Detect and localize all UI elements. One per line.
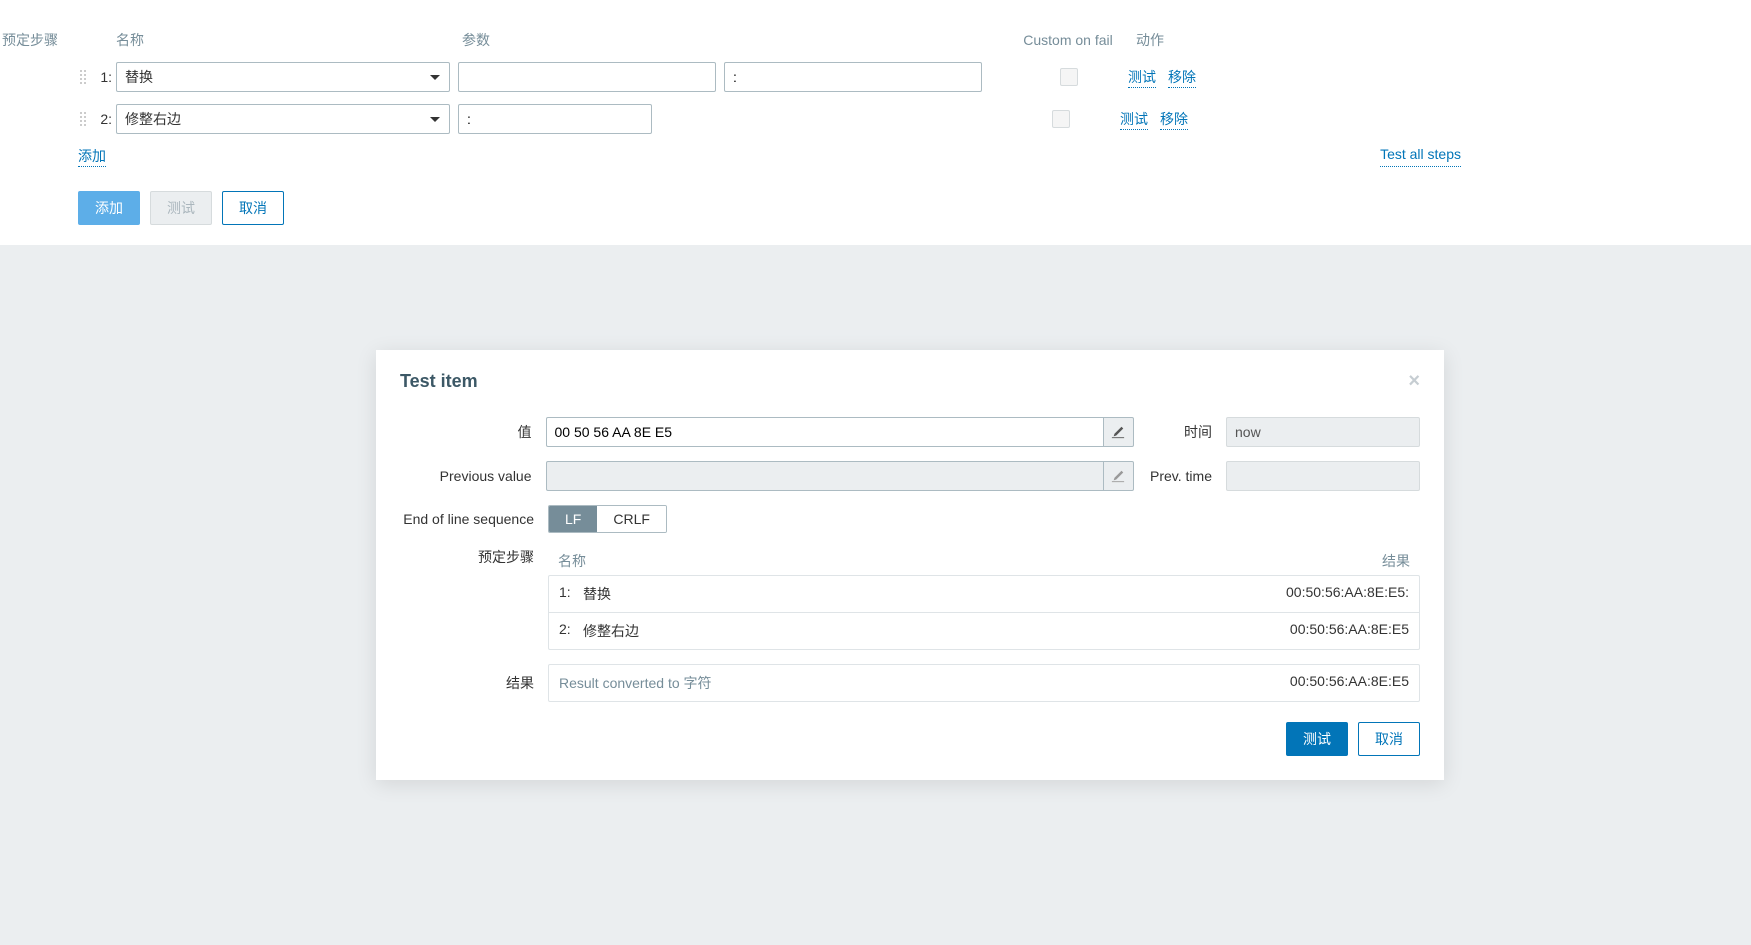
steps-name-header: 名称 [558, 551, 1382, 571]
test-item-modal: Test item × 值 时间 Previous value Prev. [376, 350, 1444, 780]
test-link[interactable]: 测试 [1120, 109, 1148, 130]
preprocessing-label: 预定步骤 [2, 30, 116, 50]
prev-value-input [546, 461, 1104, 491]
step-result-row: 2: 修整右边 00:50:56:AA:8E:E5 [549, 613, 1419, 649]
preprocessing-config: 预定步骤 名称 参数 Custom on fail 动作 1: 替换 测试 移除… [0, 0, 1751, 245]
result-value: 00:50:56:AA:8E:E5 [1290, 673, 1409, 693]
actions-header: 动作 [1126, 30, 1164, 50]
prev-time-input [1226, 461, 1420, 491]
custom-on-fail-checkbox[interactable] [1060, 68, 1078, 86]
param2-input[interactable] [724, 62, 982, 92]
cancel-button[interactable]: 取消 [222, 191, 284, 225]
lf-toggle[interactable]: LF [549, 506, 597, 532]
test-all-steps-link[interactable]: Test all steps [1380, 146, 1461, 167]
edit-prev-value-button[interactable] [1104, 461, 1134, 491]
add-button[interactable]: 添加 [78, 191, 140, 225]
step-name-select[interactable]: 替换 [116, 62, 450, 92]
modal-title: Test item [400, 371, 478, 392]
add-link[interactable]: 添加 [78, 146, 106, 167]
eol-toggle: LF CRLF [548, 505, 667, 533]
pencil-icon [1111, 425, 1125, 439]
step-number: 2: [96, 111, 116, 127]
modal-backdrop: Test item × 值 时间 Previous value Prev. [0, 245, 1751, 945]
crlf-toggle[interactable]: CRLF [597, 506, 666, 532]
remove-link[interactable]: 移除 [1168, 67, 1196, 88]
step-name-select[interactable]: 修整右边 [116, 104, 450, 134]
params-header: 参数 [462, 30, 1010, 50]
result-box: Result converted to 字符 00:50:56:AA:8E:E5 [548, 664, 1420, 702]
prev-time-label: Prev. time [1134, 468, 1227, 484]
test-link[interactable]: 测试 [1128, 67, 1156, 88]
step-number: 1: [96, 69, 116, 85]
drag-handle-icon[interactable] [78, 68, 96, 86]
eol-label: End of line sequence [400, 511, 548, 527]
steps-results-body: 1: 替换 00:50:56:AA:8E:E5: 2: 修整右边 00:50:5… [548, 575, 1420, 650]
modal-cancel-button[interactable]: 取消 [1358, 722, 1420, 756]
pencil-icon [1111, 469, 1125, 483]
column-headers: 预定步骤 名称 参数 Custom on fail 动作 [2, 30, 1749, 50]
close-icon[interactable]: × [1408, 370, 1420, 393]
result-label: 结果 [400, 673, 548, 693]
prev-value-label: Previous value [400, 468, 546, 484]
remove-link[interactable]: 移除 [1160, 109, 1188, 130]
value-input[interactable] [546, 417, 1104, 447]
name-header: 名称 [116, 30, 462, 50]
preprocessing-label: 预定步骤 [400, 547, 548, 567]
test-button-disabled: 测试 [150, 191, 212, 225]
custom-on-fail-checkbox[interactable] [1052, 110, 1070, 128]
steps-result-header: 结果 [1382, 551, 1410, 571]
param1-input[interactable] [458, 62, 716, 92]
edit-value-button[interactable] [1104, 417, 1134, 447]
step-result-row: 1: 替换 00:50:56:AA:8E:E5: [549, 576, 1419, 613]
modal-test-button[interactable]: 测试 [1286, 722, 1348, 756]
value-label: 值 [400, 422, 546, 442]
result-message: Result converted to 字符 [559, 673, 1290, 693]
step-row: 2: 修整右边 测试 移除 [2, 104, 1749, 134]
time-label: 时间 [1134, 422, 1227, 442]
step-row: 1: 替换 测试 移除 [2, 62, 1749, 92]
param1-input[interactable] [458, 104, 652, 134]
drag-handle-icon[interactable] [78, 110, 96, 128]
time-input [1226, 417, 1420, 447]
custom-on-fail-header: Custom on fail [1010, 32, 1126, 48]
